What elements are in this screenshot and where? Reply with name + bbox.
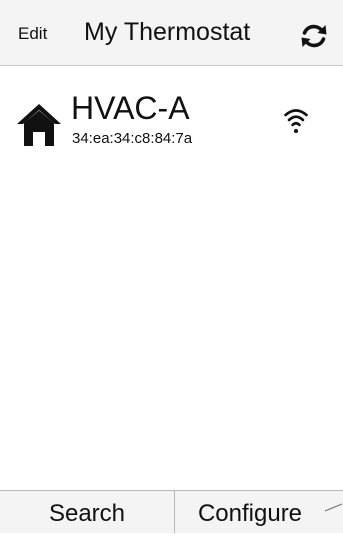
search-button[interactable]: Search	[0, 491, 174, 533]
device-list: HVAC-A 34:ea:34:c8:84:7a	[0, 66, 343, 490]
device-mac-address: 34:ea:34:c8:84:7a	[72, 130, 193, 147]
device-row-hvac-a[interactable]: HVAC-A 34:ea:34:c8:84:7a	[0, 80, 343, 158]
device-name: HVAC-A	[71, 90, 190, 126]
refresh-icon[interactable]	[298, 22, 330, 50]
navigation-bar: Edit My Thermostat	[0, 0, 343, 66]
bottom-toolbar: Search Configure	[0, 490, 343, 533]
page-title: My Thermostat	[84, 18, 251, 46]
edit-button[interactable]: Edit	[18, 24, 47, 44]
wifi-icon	[284, 109, 308, 133]
home-icon	[17, 104, 61, 146]
corner-mark-icon	[324, 503, 343, 512]
configure-button[interactable]: Configure	[175, 491, 325, 533]
